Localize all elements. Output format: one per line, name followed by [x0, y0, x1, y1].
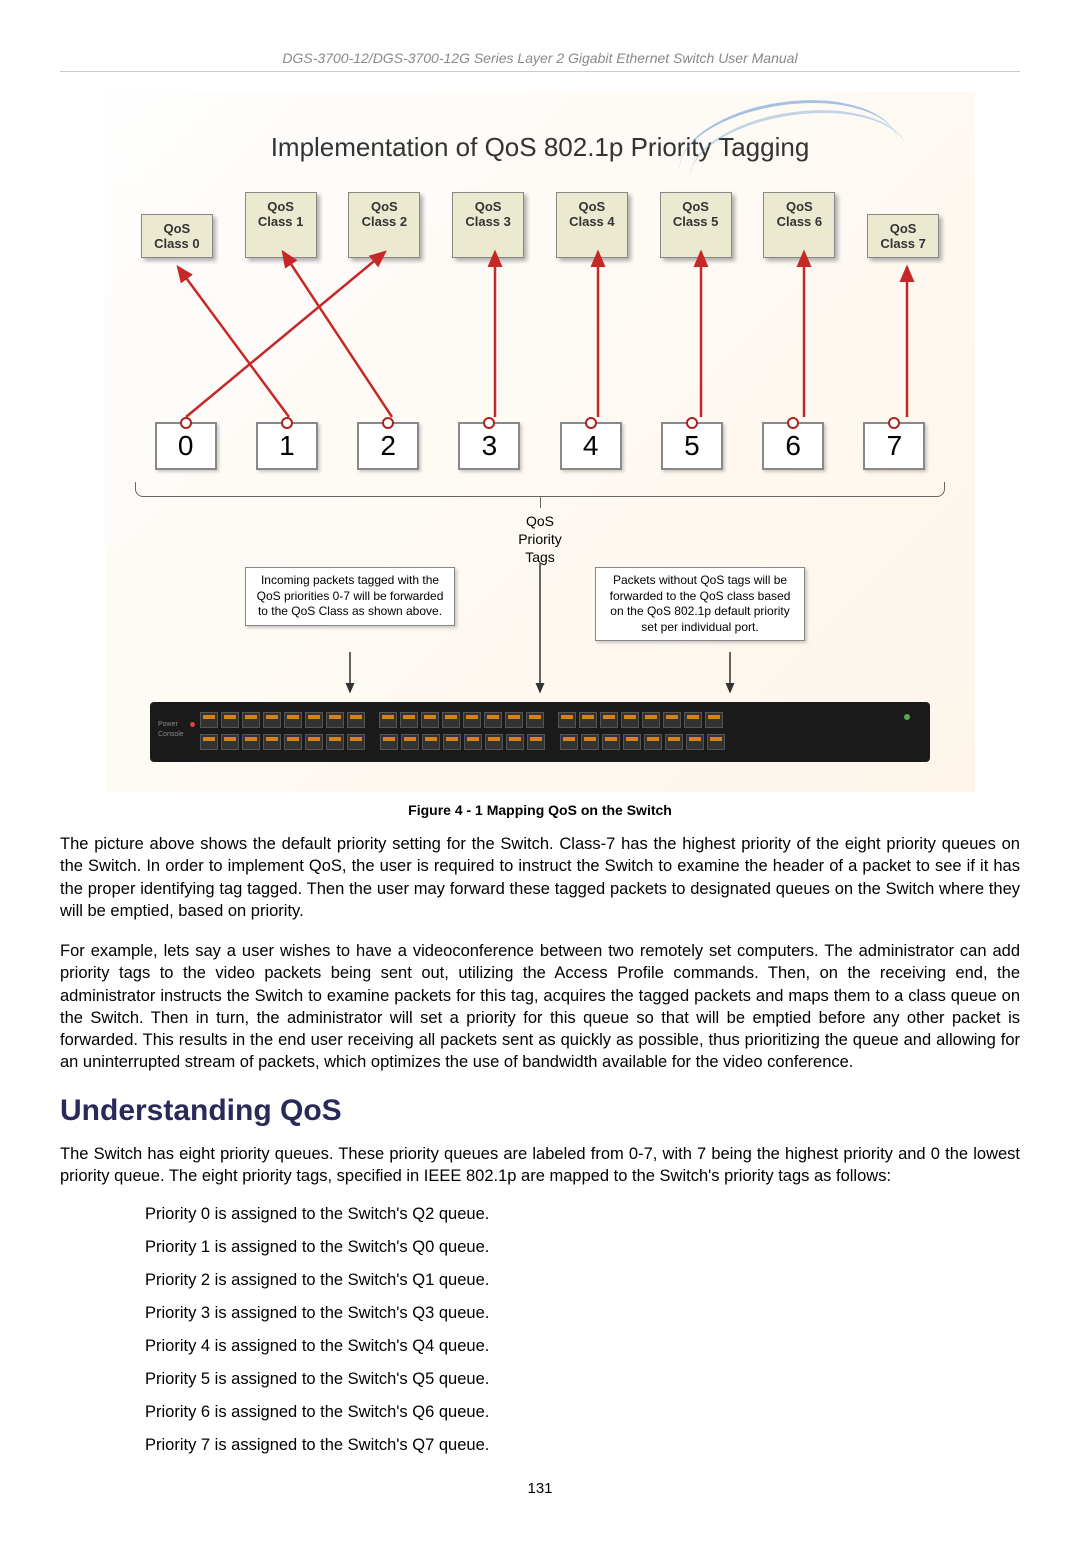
class-box-6: QoSClass 6 [763, 192, 835, 258]
section-heading: Understanding QoS [60, 1094, 1020, 1128]
page-header: DGS-3700-12/DGS-3700-12G Series Layer 2 … [60, 50, 1020, 66]
priority-item: Priority 4 is assigned to the Switch's Q… [145, 1337, 1020, 1356]
priority-mapping-list: Priority 0 is assigned to the Switch's Q… [145, 1205, 1020, 1455]
paragraph-2: For example, lets say a user wishes to h… [60, 940, 1020, 1074]
switch-led-power [190, 722, 195, 727]
switch-hardware-image: PowerConsole [150, 702, 930, 762]
page-number: 131 [60, 1480, 1020, 1497]
class-box-1: QoSClass 1 [245, 192, 317, 258]
priority-tag-6: 6 [762, 422, 824, 470]
priority-item: Priority 1 is assigned to the Switch's Q… [145, 1238, 1020, 1257]
info-box-right: Packets without QoS tags will be forward… [595, 567, 805, 641]
priority-item: Priority 6 is assigned to the Switch's Q… [145, 1403, 1020, 1422]
figure-caption: Figure 4 - 1 Mapping QoS on the Switch [60, 802, 1020, 818]
class-boxes-row: QoSClass 0 QoSClass 1 QoSClass 2 QoSClas… [105, 192, 975, 258]
class-box-3: QoSClass 3 [452, 192, 524, 258]
priority-item: Priority 5 is assigned to the Switch's Q… [145, 1370, 1020, 1389]
priority-tags-row: 0 1 2 3 4 5 6 7 [105, 422, 975, 470]
priority-tag-2: 2 [357, 422, 419, 470]
priority-item: Priority 0 is assigned to the Switch's Q… [145, 1205, 1020, 1224]
info-box-left: Incoming packets tagged with the QoS pri… [245, 567, 455, 626]
qos-diagram: Implementation of QoS 802.1p Priority Ta… [105, 92, 975, 792]
header-divider [60, 71, 1020, 72]
priority-item: Priority 7 is assigned to the Switch's Q… [145, 1436, 1020, 1455]
class-box-5: QoSClass 5 [660, 192, 732, 258]
switch-ports [200, 712, 880, 728]
priority-tag-5: 5 [661, 422, 723, 470]
priority-tag-0: 0 [155, 422, 217, 470]
paragraph-1: The picture above shows the default prio… [60, 833, 1020, 922]
priority-item: Priority 2 is assigned to the Switch's Q… [145, 1271, 1020, 1290]
priority-tag-7: 7 [863, 422, 925, 470]
priority-tag-4: 4 [560, 422, 622, 470]
switch-power-label: PowerConsole [158, 720, 184, 740]
tags-label: QoSPriorityTags [105, 512, 975, 567]
priority-item: Priority 3 is assigned to the Switch's Q… [145, 1304, 1020, 1323]
priority-tag-1: 1 [256, 422, 318, 470]
tags-bracket [135, 482, 945, 497]
class-box-4: QoSClass 4 [556, 192, 628, 258]
switch-led-link [904, 714, 910, 720]
class-box-0: QoSClass 0 [141, 214, 213, 258]
class-box-7: QoSClass 7 [867, 214, 939, 258]
decoration-curve [675, 102, 915, 172]
paragraph-3: The Switch has eight priority queues. Th… [60, 1143, 1020, 1188]
class-box-2: QoSClass 2 [348, 192, 420, 258]
priority-tag-3: 3 [458, 422, 520, 470]
